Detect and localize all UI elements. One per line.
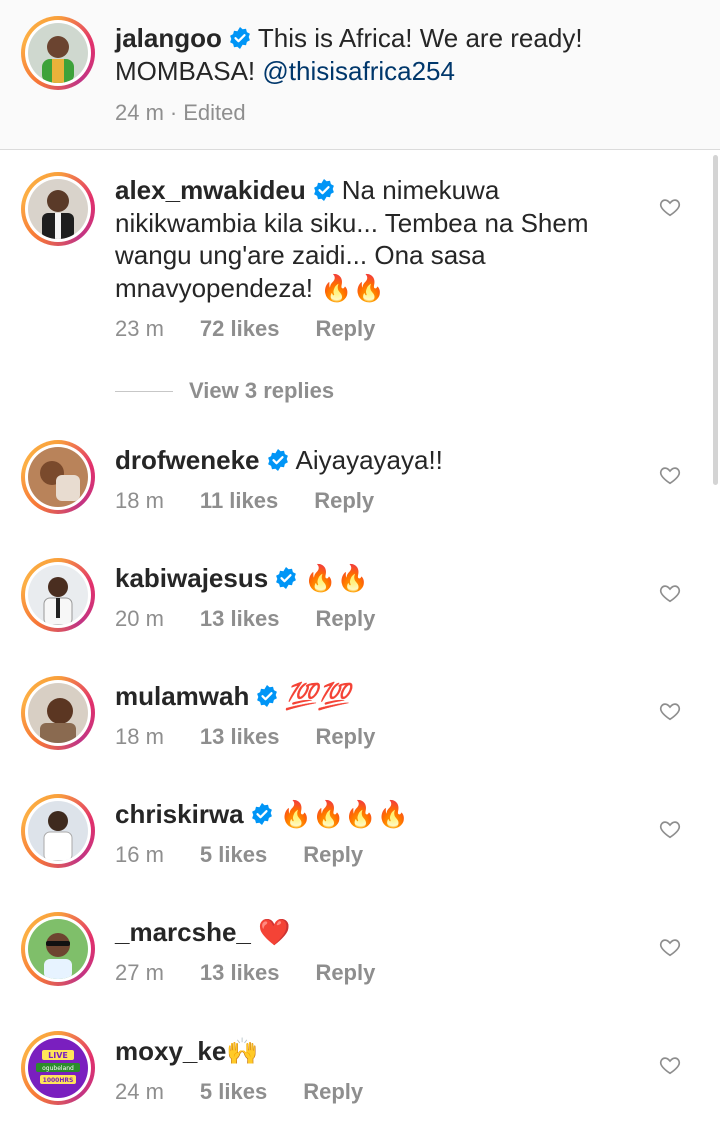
comment-time: 16 m (115, 842, 164, 867)
comment-meta: 24 m 5 likes Reply (115, 1079, 399, 1105)
caption-line1: This is Africa! We are ready! (257, 23, 583, 53)
comment-meta: 23 m 72 likes Reply (115, 316, 411, 342)
comment-time: 27 m (115, 960, 164, 985)
reply-button[interactable]: Reply (315, 316, 375, 342)
comment-text: kabiwajesus 🔥🔥 (115, 562, 635, 596)
reply-button[interactable]: Reply (303, 1079, 363, 1105)
divider (115, 390, 173, 392)
mention-link[interactable]: @thisisafrica254 (262, 56, 455, 86)
heart-icon[interactable] (659, 1054, 681, 1076)
username[interactable]: kabiwajesus (115, 563, 268, 593)
avatar-hours-text: 1000HRS (43, 1077, 74, 1084)
heart-icon[interactable] (659, 936, 681, 958)
avatar[interactable] (21, 912, 95, 986)
avatar-name-text: ogubeland (42, 1065, 74, 1072)
verified-badge-icon (267, 449, 288, 471)
comment-time: 18 m (115, 488, 164, 513)
verified-badge-icon (257, 685, 278, 707)
scrollbar[interactable] (713, 155, 718, 485)
avatar[interactable] (21, 794, 95, 868)
username[interactable]: drofweneke (115, 445, 260, 475)
comment-time: 24 m (115, 1079, 164, 1104)
comment-text: alex_mwakideu Na nimekuwa nikikwambia kil… (115, 174, 635, 304)
verified-badge-icon (313, 179, 334, 201)
edited-label: Edited (183, 100, 246, 125)
avatar[interactable] (21, 558, 95, 632)
username[interactable]: jalangoo (115, 23, 222, 53)
avatar[interactable]: LIVE ogubeland 1000HRS (21, 1031, 95, 1105)
comment-body: ❤️ (258, 918, 291, 948)
avatar[interactable] (21, 440, 95, 514)
like-count[interactable]: 11 likes (200, 488, 278, 514)
caption-time: 24 m (115, 100, 164, 125)
username[interactable]: mulamwah (115, 681, 249, 711)
caption-meta: 24 m · Edited (115, 100, 282, 126)
username[interactable]: _marcshe_ (115, 917, 251, 947)
username[interactable]: moxy_ke (115, 1036, 226, 1066)
comment-body: 🔥🔥🔥🔥 (279, 800, 410, 830)
comment-time: 18 m (115, 724, 164, 749)
comment-text: chriskirwa 🔥🔥🔥🔥 (115, 798, 635, 832)
heart-icon[interactable] (659, 196, 681, 218)
comment-text: _marcshe_ ❤️ (115, 916, 635, 950)
comment-text: drofweneke Aiyayayaya!! (115, 444, 635, 477)
avatar[interactable] (21, 676, 95, 750)
username[interactable]: alex_mwakideu (115, 175, 306, 205)
comment-meta: 18 m 11 likes Reply (115, 488, 410, 514)
caption-separator: · (169, 100, 178, 125)
reply-button[interactable]: Reply (315, 960, 375, 986)
post-caption: jalangoo This is Africa! We are ready! MO… (0, 0, 720, 150)
reply-button[interactable]: Reply (303, 842, 363, 868)
comment-time: 20 m (115, 606, 164, 631)
reply-button[interactable]: Reply (315, 606, 375, 632)
avatar-live-text: LIVE (48, 1051, 68, 1060)
comment-meta: 16 m 5 likes Reply (115, 842, 399, 868)
comment-meta: 18 m 13 likes Reply (115, 724, 411, 750)
comment-body: 🔥🔥 (304, 564, 369, 594)
avatar[interactable] (21, 172, 95, 246)
view-replies-button[interactable]: View 3 replies (115, 378, 334, 404)
like-count[interactable]: 5 likes (200, 842, 267, 868)
verified-badge-icon (230, 27, 250, 49)
caption-text: jalangoo This is Africa! We are ready! MO… (115, 22, 635, 87)
username[interactable]: chriskirwa (115, 799, 244, 829)
comment-body: 💯💯 (285, 682, 351, 712)
like-count[interactable]: 13 likes (200, 606, 280, 632)
verified-badge-icon (251, 803, 272, 825)
like-count[interactable]: 72 likes (200, 316, 280, 342)
heart-icon[interactable] (659, 582, 681, 604)
like-count[interactable]: 13 likes (200, 960, 280, 986)
heart-icon[interactable] (659, 464, 681, 486)
comment-meta: 20 m 13 likes Reply (115, 606, 411, 632)
heart-icon[interactable] (659, 818, 681, 840)
comments-screen: jalangoo This is Africa! We are ready! MO… (0, 0, 720, 1139)
comment-text: moxy_ke🙌 (115, 1035, 635, 1069)
like-count[interactable]: 13 likes (200, 724, 280, 750)
comment-meta: 27 m 13 likes Reply (115, 960, 411, 986)
avatar[interactable] (21, 16, 95, 90)
view-replies-label: View 3 replies (189, 378, 335, 403)
like-count[interactable]: 5 likes (200, 1079, 267, 1105)
comment-text: mulamwah 💯💯 (115, 680, 635, 714)
heart-icon[interactable] (659, 700, 681, 722)
reply-button[interactable]: Reply (314, 488, 374, 514)
verified-badge-icon (276, 567, 297, 589)
comment-body: Aiyayayaya!! (295, 445, 443, 475)
comment-time: 23 m (115, 316, 164, 341)
caption-line2: MOMBASA! (115, 55, 256, 86)
reply-button[interactable]: Reply (315, 724, 375, 750)
comment-body: 🙌 (226, 1037, 259, 1067)
